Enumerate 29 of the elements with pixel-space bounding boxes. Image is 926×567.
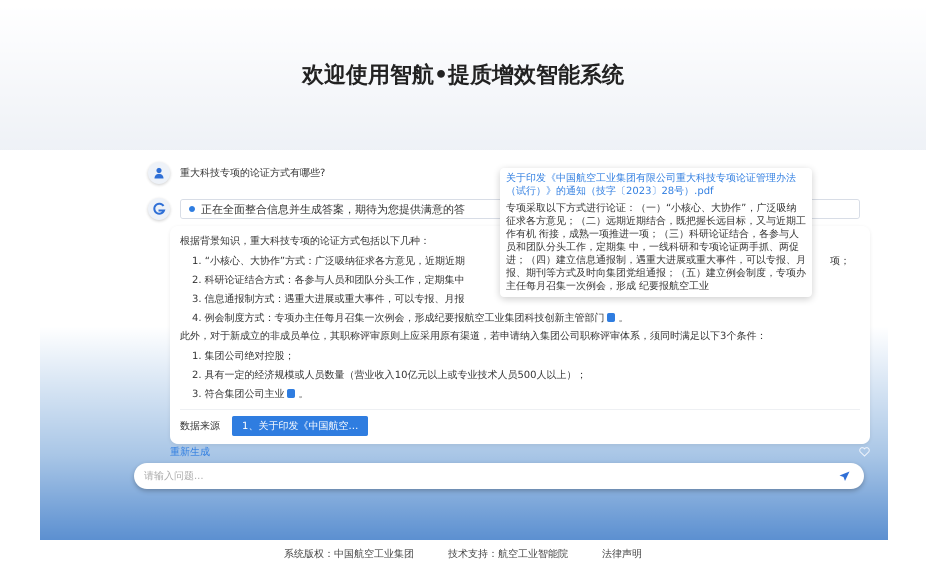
condition-list-item: 2. 具有一定的经济规模或人员数量（营业收入10亿元以上或专业技术人员500人以上）； bbox=[192, 368, 587, 382]
welcome-title: 欢迎使用智航•提质增效智能系统 bbox=[302, 62, 624, 90]
citation-marker-icon[interactable] bbox=[286, 389, 295, 398]
document-excerpt: 专项采取以下方式进行论证：（一）“小核心、大协作”，广泛吸纳征求各方意见；（二）远期近期结合，既把握长远目标，又与近期工作有机 衔接，成熟一项推进一项；（三）科研论证结合，各参与人员和团队分头工作，定期集 中，一线科研和专项论证两手抓、两促进；（四）建立信息通报制，遇重大进展或重大事件，可以专报、月报、期刊等方式及时向集团党组通报；（五）建立例会制度，专项办主任每月召集一次例会，形成 纪要报航空工业 bbox=[506, 202, 806, 293]
user-avatar-icon bbox=[148, 162, 170, 184]
answer-list-item: 3. 信息通报制方式：遇重大进展或重大事件，可以专报、月报 bbox=[192, 292, 465, 306]
document-link[interactable]: 关于印发《中国航空工业集团有限公司重大科技专项论证管理办法（试行）》的通知（技字〔2023〕28号）.pdf bbox=[506, 172, 806, 198]
footer-link[interactable]: 系统版权：中国航空工业集团 bbox=[284, 546, 414, 560]
footer-link[interactable]: 法律声明 bbox=[602, 546, 642, 560]
answer-paragraph: 此外，对于新成立的非成员单位，其职称评审原则上应采用原有渠道，若申请纳入集团公司职称评审体系，须同时满足以下3个条件： bbox=[180, 331, 766, 342]
citation-marker-icon[interactable] bbox=[606, 313, 615, 322]
assistant-logo-icon bbox=[148, 198, 170, 220]
user-question: 重大科技专项的论证方式有哪些? bbox=[180, 166, 326, 180]
answer-list-item: 4. 例会制度方式：专项办主任每月召集一次例会，形成纪要报航空工业集团科技创新主管部门 bbox=[192, 312, 605, 324]
status-dot-icon bbox=[189, 206, 195, 212]
answer-intro: 根据背景知识，重大科技专项的论证方式包括以下几种： bbox=[180, 236, 430, 247]
source-button[interactable]: 1、关于印发《中国航空… bbox=[232, 416, 368, 436]
condition-list-item: 1. 集团公司绝对控股； bbox=[192, 350, 295, 362]
answer-list-item: 2. 科研论证结合方式：各参与人员和团队分头工作，定期集中 bbox=[192, 274, 465, 286]
answer-list-item: 1. “小核心、大协作”方式：广泛吸纳征求各方意见，近期近期 bbox=[192, 254, 466, 268]
question-input[interactable]: 请输入问题... bbox=[134, 463, 864, 489]
answer-list-item-tail: 项； bbox=[830, 254, 851, 268]
status-text: 正在全面整合信息并生成答案，期待为您提供满意的答 bbox=[201, 202, 465, 216]
sentence-end: 。 bbox=[298, 388, 309, 400]
condition-list-item: 3. 符合集团公司主业 bbox=[192, 388, 285, 400]
footer-link[interactable]: 技术支持：航空工业智能院 bbox=[448, 546, 568, 560]
sentence-end: 。 bbox=[618, 312, 629, 324]
sources-label: 数据来源 bbox=[180, 420, 220, 433]
send-icon[interactable] bbox=[839, 471, 850, 482]
